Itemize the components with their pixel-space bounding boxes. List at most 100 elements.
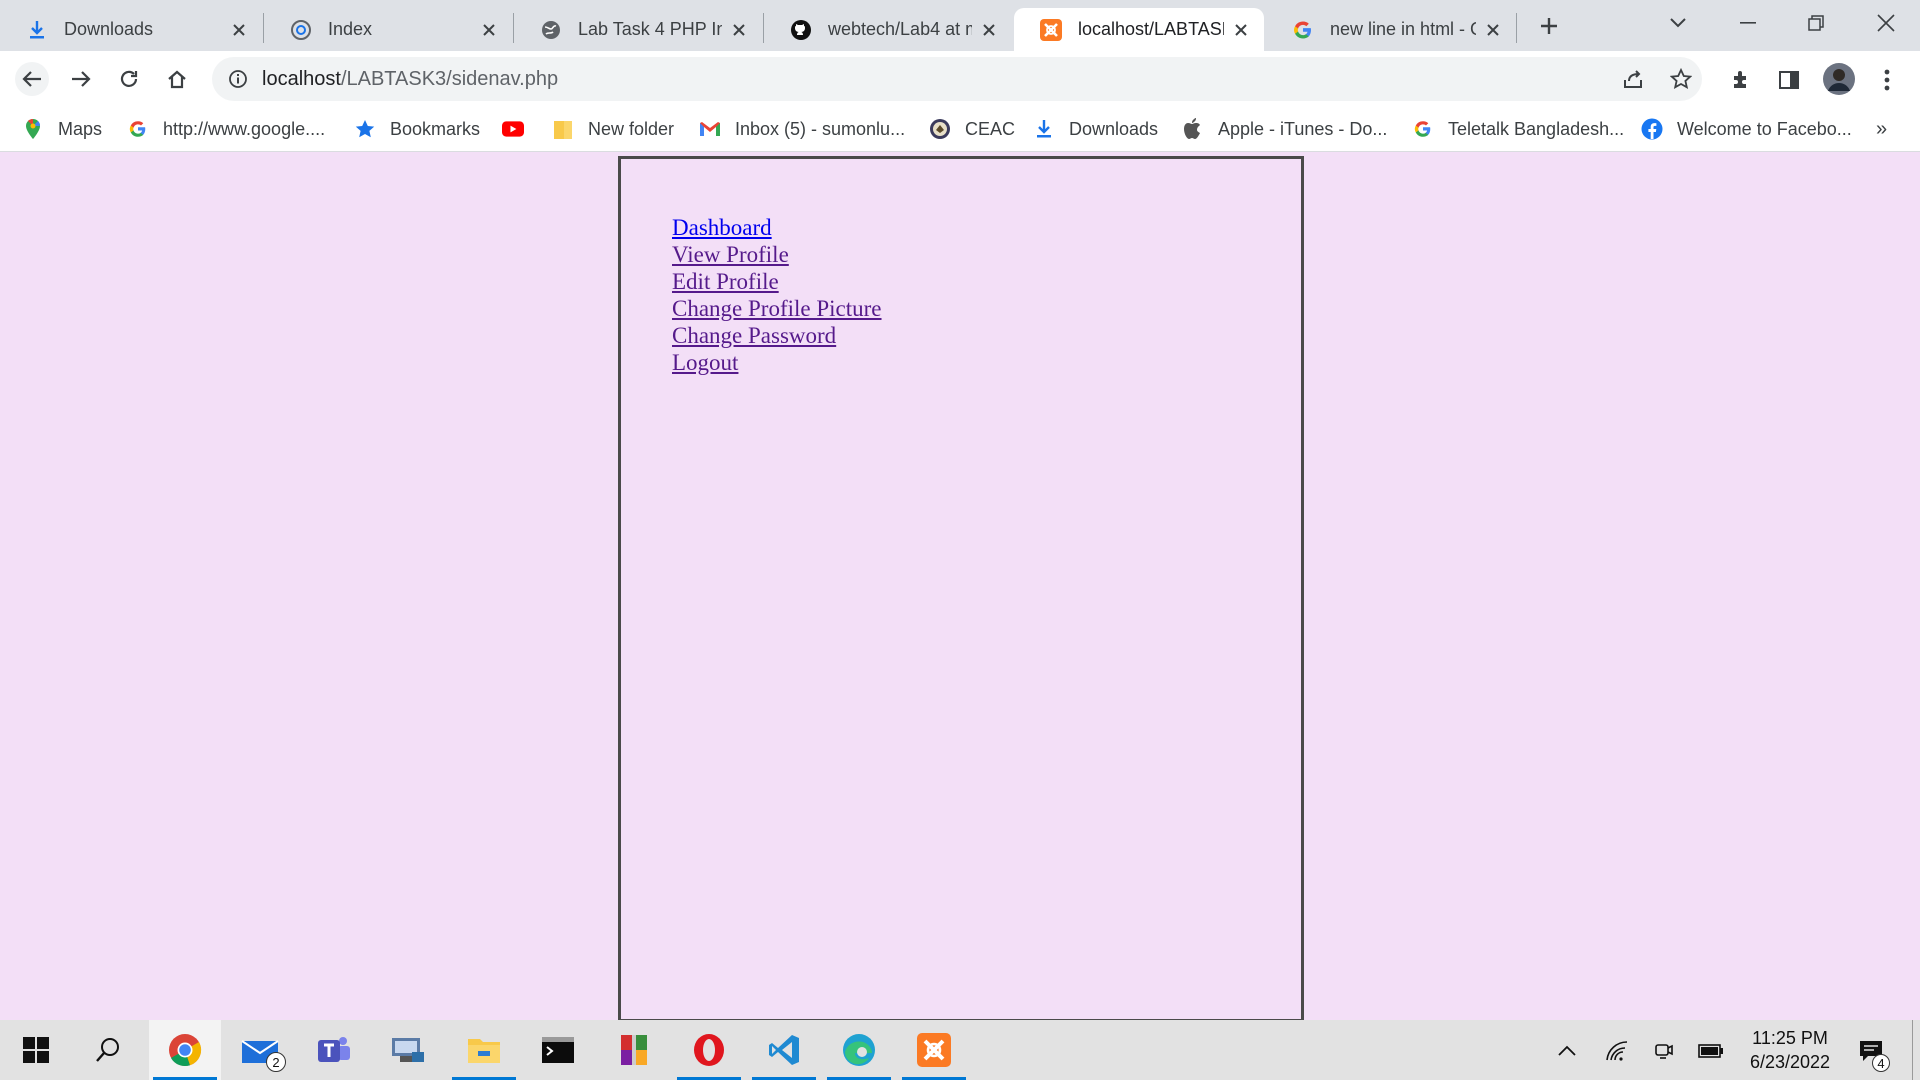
close-icon[interactable] xyxy=(728,19,750,41)
bookmark-label: Welcome to Facebo... xyxy=(1677,118,1852,139)
avatar[interactable] xyxy=(1822,62,1856,96)
tab-index[interactable]: Index xyxy=(264,8,512,51)
clock-date: 6/23/2022 xyxy=(1749,1052,1831,1072)
folder-icon xyxy=(552,118,574,140)
clock-time: 11:25 PM xyxy=(1752,1028,1828,1048)
forward-button[interactable] xyxy=(64,62,98,96)
taskbar-chrome[interactable] xyxy=(149,1020,221,1080)
seal-icon xyxy=(929,118,951,140)
taskbar-xampp[interactable] xyxy=(898,1020,970,1080)
dashboard-link[interactable]: Dashboard xyxy=(672,215,772,240)
bookmark-inbox[interactable]: Inbox (5) - sumonlu... xyxy=(699,115,905,143)
side-panel-icon[interactable] xyxy=(1776,67,1802,93)
taskbar-opera[interactable] xyxy=(673,1020,745,1080)
share-icon[interactable] xyxy=(1620,66,1646,92)
tab-localhost-labtask3[interactable]: localhost/LABTASK3 xyxy=(1014,8,1264,51)
info-icon[interactable] xyxy=(226,67,250,91)
logout-link[interactable]: Logout xyxy=(672,350,738,375)
close-icon[interactable] xyxy=(228,19,250,41)
winrar-icon xyxy=(621,1035,647,1065)
apple-icon xyxy=(1182,118,1204,140)
bookmark-label: Downloads xyxy=(1069,118,1159,139)
close-icon[interactable] xyxy=(978,19,1000,41)
bookmark-maps[interactable]: Maps xyxy=(22,115,102,143)
edit-profile-link[interactable]: Edit Profile xyxy=(672,269,779,294)
show-desktop-button[interactable] xyxy=(1912,1020,1913,1080)
close-icon xyxy=(1877,14,1895,32)
taskbar-network-app[interactable] xyxy=(372,1020,444,1080)
search-button[interactable] xyxy=(72,1020,144,1080)
battery-icon[interactable] xyxy=(1696,1036,1726,1066)
close-icon[interactable] xyxy=(478,19,500,41)
bookmark-bookmarks[interactable]: Bookmarks xyxy=(354,115,480,143)
taskbar-terminal[interactable] xyxy=(522,1020,594,1080)
tab-separator xyxy=(1516,13,1517,43)
arrow-left-icon xyxy=(22,71,41,87)
tab-search-button[interactable] xyxy=(1658,6,1698,40)
tab-label: Lab Task 4 PHP Incl xyxy=(578,19,722,39)
reload-button[interactable] xyxy=(112,62,146,96)
url-host: localhost xyxy=(262,67,341,90)
system-clock[interactable]: 11:25 PM 6/23/2022 xyxy=(1730,1026,1850,1074)
restore-button[interactable] xyxy=(1796,6,1836,40)
tab-label: localhost/LABTASK3 xyxy=(1078,19,1224,39)
tab-lab-task-4[interactable]: Lab Task 4 PHP Incl xyxy=(514,8,762,51)
bookmark-youtube[interactable] xyxy=(502,115,538,143)
taskbar-edge[interactable] xyxy=(823,1020,895,1080)
new-tab-button[interactable] xyxy=(1534,11,1564,41)
tab-downloads[interactable]: Downloads xyxy=(0,8,262,51)
close-icon[interactable] xyxy=(1482,19,1504,41)
youtube-icon xyxy=(502,118,524,140)
wifi-icon[interactable] xyxy=(1602,1036,1632,1066)
menu-icon[interactable] xyxy=(1874,67,1900,93)
mic-camera-icon[interactable] xyxy=(1648,1036,1678,1066)
close-icon[interactable] xyxy=(1230,19,1252,41)
tab-new-line-in-html[interactable]: new line in html - G xyxy=(1266,8,1516,51)
facebook-icon xyxy=(1641,118,1663,140)
bookmark-label: Apple - iTunes - Do... xyxy=(1218,118,1388,139)
bookmark-apple-itunes[interactable]: Apple - iTunes - Do... xyxy=(1182,115,1387,143)
view-profile-link[interactable]: View Profile xyxy=(672,242,789,267)
list-item: Change Profile Picture xyxy=(672,295,882,322)
bookmark-label: Maps xyxy=(58,118,103,139)
sidenav-container: Dashboard View Profile Edit Profile Chan… xyxy=(618,156,1304,1022)
tab-webtech-github[interactable]: webtech/Lab4 at m xyxy=(764,8,1012,51)
home-button[interactable] xyxy=(160,62,194,96)
taskbar-mail[interactable]: 2 xyxy=(224,1020,296,1080)
change-password-link[interactable]: Change Password xyxy=(672,323,836,348)
bookmarks-overflow-button[interactable]: » xyxy=(1876,118,1887,141)
tab-label: Downloads xyxy=(64,19,154,39)
star-icon xyxy=(354,118,376,140)
notifications-button[interactable]: 4 xyxy=(1856,1036,1890,1072)
bookmark-facebook[interactable]: Welcome to Facebo... xyxy=(1641,115,1852,143)
change-profile-picture-link[interactable]: Change Profile Picture xyxy=(672,296,882,321)
start-button[interactable] xyxy=(0,1020,72,1080)
bookmark-label: CEAC xyxy=(965,118,1016,139)
bookmark-label: http://www.google.... xyxy=(163,118,326,139)
taskbar-teams[interactable] xyxy=(298,1020,370,1080)
extensions-icon[interactable] xyxy=(1728,67,1754,93)
bookmark-ceac[interactable]: CEAC xyxy=(929,115,1015,143)
taskbar-vscode[interactable] xyxy=(748,1020,820,1080)
bookmark-new-folder[interactable]: New folder xyxy=(552,115,674,143)
tab-label: webtech/Lab4 at m xyxy=(828,19,972,39)
bookmark-google[interactable]: http://www.google.... xyxy=(127,115,325,143)
chevron-up-icon[interactable] xyxy=(1552,1036,1582,1066)
url-path: /LABTASK3/sidenav.php xyxy=(340,67,559,90)
taskbar-file-explorer[interactable] xyxy=(448,1020,520,1080)
close-window-button[interactable] xyxy=(1866,6,1906,40)
back-button[interactable] xyxy=(15,62,49,96)
address-bar[interactable]: localhost/LABTASK3/sidenav.php xyxy=(212,57,1702,101)
xampp-icon xyxy=(1040,18,1062,41)
star-icon[interactable] xyxy=(1668,66,1694,92)
google-icon xyxy=(1412,118,1434,140)
bookmark-teletalk[interactable]: Teletalk Bangladesh... xyxy=(1412,115,1624,143)
bookmark-downloads[interactable]: Downloads xyxy=(1033,115,1158,143)
folder-icon xyxy=(468,1039,500,1063)
minimize-button[interactable] xyxy=(1728,6,1768,40)
taskbar-winrar[interactable] xyxy=(598,1020,670,1080)
mail-badge: 2 xyxy=(266,1052,286,1072)
xampp-icon xyxy=(917,1033,951,1067)
list-item: Dashboard xyxy=(672,214,882,241)
sidenav-list: Dashboard View Profile Edit Profile Chan… xyxy=(672,214,882,376)
